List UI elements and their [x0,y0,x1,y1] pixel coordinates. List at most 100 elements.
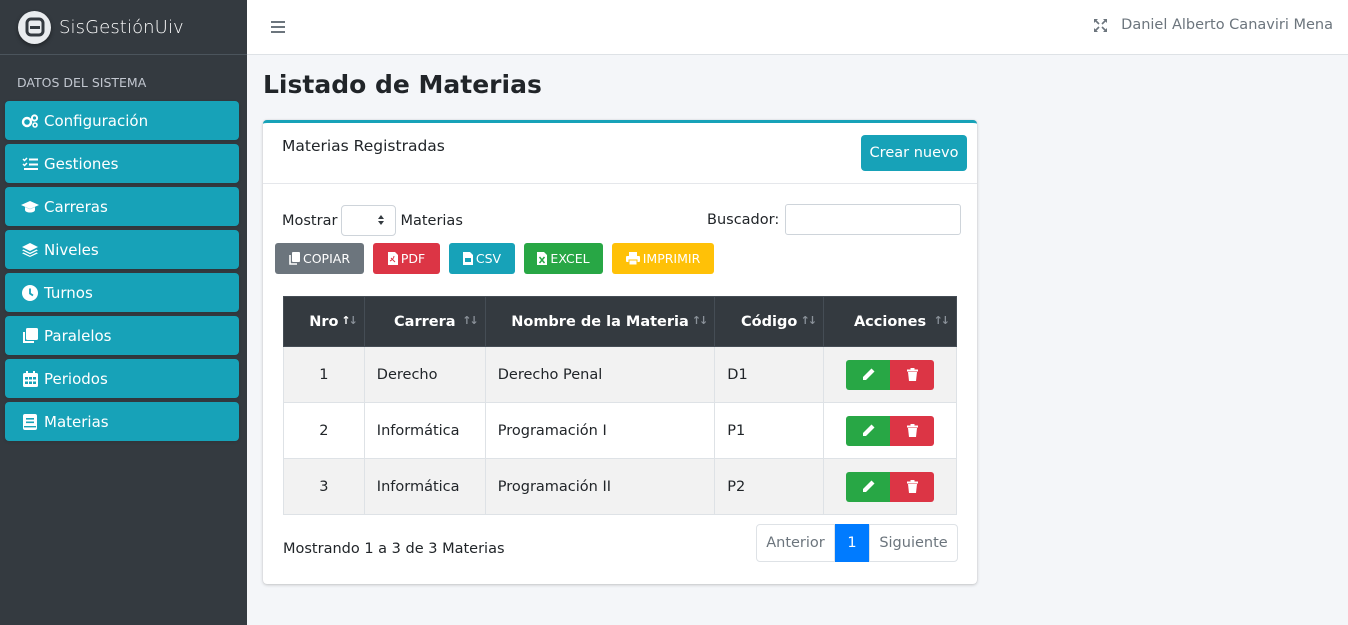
delete-button[interactable] [890,415,935,446]
copy-label: COPIAR [302,251,351,266]
sidebar-item-label: Paralelos [44,326,112,345]
trash-icon [906,424,918,437]
sidebar-item-carreras[interactable]: Carreras [5,187,239,226]
excel-label: EXCEL [550,251,590,266]
sidebar-item-materias[interactable]: Materias [5,402,239,441]
cell-carrera: Informática [363,458,486,515]
sidebar-item-niveles[interactable]: Niveles [5,230,239,269]
gears-icon [21,113,39,129]
table-row: 2 Informática Programación I P1 [283,402,957,459]
brand-logo-icon [18,10,51,44]
print-icon [625,252,640,265]
list-check-icon [21,156,39,172]
column-header-nro[interactable]: Nro ↑↓ [283,296,365,347]
page-title: Listado de Materias [263,70,542,99]
cell-acciones [823,346,957,403]
sidebar-item-label: Carreras [44,197,108,216]
create-new-button[interactable]: Crear nuevo [861,135,967,171]
sidebar-nav: Configuración Gestiones Carreras Niveles… [0,101,247,441]
sidebar-item-label: Configuración [44,111,149,130]
edit-button[interactable] [846,359,891,390]
sidebar-item-label: Turnos [44,283,93,302]
file-excel-icon [537,252,548,265]
cell-nro: 1 [283,346,365,403]
sort-icon: ↑↓ [341,314,358,327]
column-header-nombre[interactable]: Nombre de la Materia ↑↓ [484,296,716,347]
pdf-label: PDF [400,251,426,266]
print-button[interactable]: IMPRIMIR [612,243,714,274]
graduation-cap-icon [21,199,39,215]
delete-button[interactable] [890,471,935,502]
pencil-icon [862,368,875,380]
book-icon [21,413,39,430]
cell-acciones [823,458,957,515]
layer-group-icon [21,242,39,258]
nav-header: DATOS DEL SISTEMA [17,75,147,90]
print-label: IMPRIMIR [642,251,701,266]
top-navbar: Daniel Alberto Canaviri Mena [247,0,1348,55]
column-header-acciones[interactable]: Acciones ↑↓ [823,296,957,347]
cell-materia: Derecho Penal [484,346,716,403]
pagination-next[interactable]: Siguiente [869,524,958,562]
cell-carrera: Informática [363,402,486,459]
trash-icon [906,480,918,493]
column-header-codigo[interactable]: Código ↑↓ [714,296,825,347]
sidebar-item-turnos[interactable]: Turnos [5,273,239,312]
sort-icon: ↑↓ [691,314,709,327]
trash-icon [906,368,918,381]
excel-button[interactable]: EXCEL [524,243,603,274]
clock-icon [21,284,39,301]
cell-codigo: D1 [714,346,825,403]
file-csv-icon [462,252,473,265]
export-buttons: COPIAR PDF CSV EXCEL IMPRIMIR [275,243,723,274]
sort-icon: ↑↓ [462,314,479,327]
cell-materia: Programación I [484,402,716,459]
page-length-select[interactable] [341,205,397,236]
pdf-button[interactable]: PDF [373,243,440,274]
pencil-icon [862,424,875,436]
calendar-icon [21,370,39,387]
column-header-carrera[interactable]: Carrera ↑↓ [363,296,486,347]
page-length-control: Mostrar Materias [282,205,463,236]
menu-toggle-icon[interactable] [271,19,285,38]
cell-carrera: Derecho [363,346,486,403]
materias-card: Materias Registradas Crear nuevo Mostrar… [263,120,977,584]
pagination-previous[interactable]: Anterior [756,524,835,562]
sidebar-item-label: Materias [44,412,109,431]
cell-nro: 2 [283,402,365,459]
csv-button[interactable]: CSV [449,243,515,274]
search-control: Buscador: [707,204,962,235]
sidebar-item-configuracion[interactable]: Configuración [5,101,239,140]
card-title: Materias Registradas [282,137,445,155]
select-arrows-icon [378,215,385,225]
copy-button[interactable]: COPIAR [275,243,364,274]
show-suffix: Materias [400,212,463,229]
delete-button[interactable] [890,359,935,390]
user-name[interactable]: Daniel Alberto Canaviri Mena [1121,17,1333,33]
sidebar-item-label: Periodos [44,369,108,388]
sidebar: SisGestiónUiv DATOS DEL SISTEMA Configur… [0,0,247,625]
search-input[interactable] [785,204,962,235]
copy-icon [289,252,300,265]
brand-name: SisGestiónUiv [59,16,184,38]
sidebar-item-periodos[interactable]: Periodos [5,359,239,398]
sidebar-item-label: Niveles [44,240,99,259]
fullscreen-icon[interactable] [1093,18,1108,37]
search-label: Buscador: [707,211,780,228]
materias-table: Nro ↑↓ Carrera ↑↓ Nombre de la Materia ↑↓ C… [283,296,957,515]
sort-icon: ↑↓ [933,314,951,327]
clone-icon [21,327,39,344]
cell-codigo: P2 [714,458,825,515]
edit-button[interactable] [846,471,891,502]
table-header-row: Nro ↑↓ Carrera ↑↓ Nombre de la Materia ↑↓ C… [283,296,957,347]
brand[interactable]: SisGestiónUiv [0,0,247,55]
cell-nro: 3 [283,458,365,515]
csv-label: CSV [475,251,502,266]
sidebar-item-paralelos[interactable]: Paralelos [5,316,239,355]
card-header: Materias Registradas Crear nuevo [263,123,977,184]
sidebar-item-gestiones[interactable]: Gestiones [5,144,239,183]
pagination-page-1[interactable]: 1 [835,524,869,562]
sort-icon: ↑↓ [800,314,818,327]
edit-button[interactable] [846,415,891,446]
table-info: Mostrando 1 a 3 de 3 Materias [283,541,505,557]
